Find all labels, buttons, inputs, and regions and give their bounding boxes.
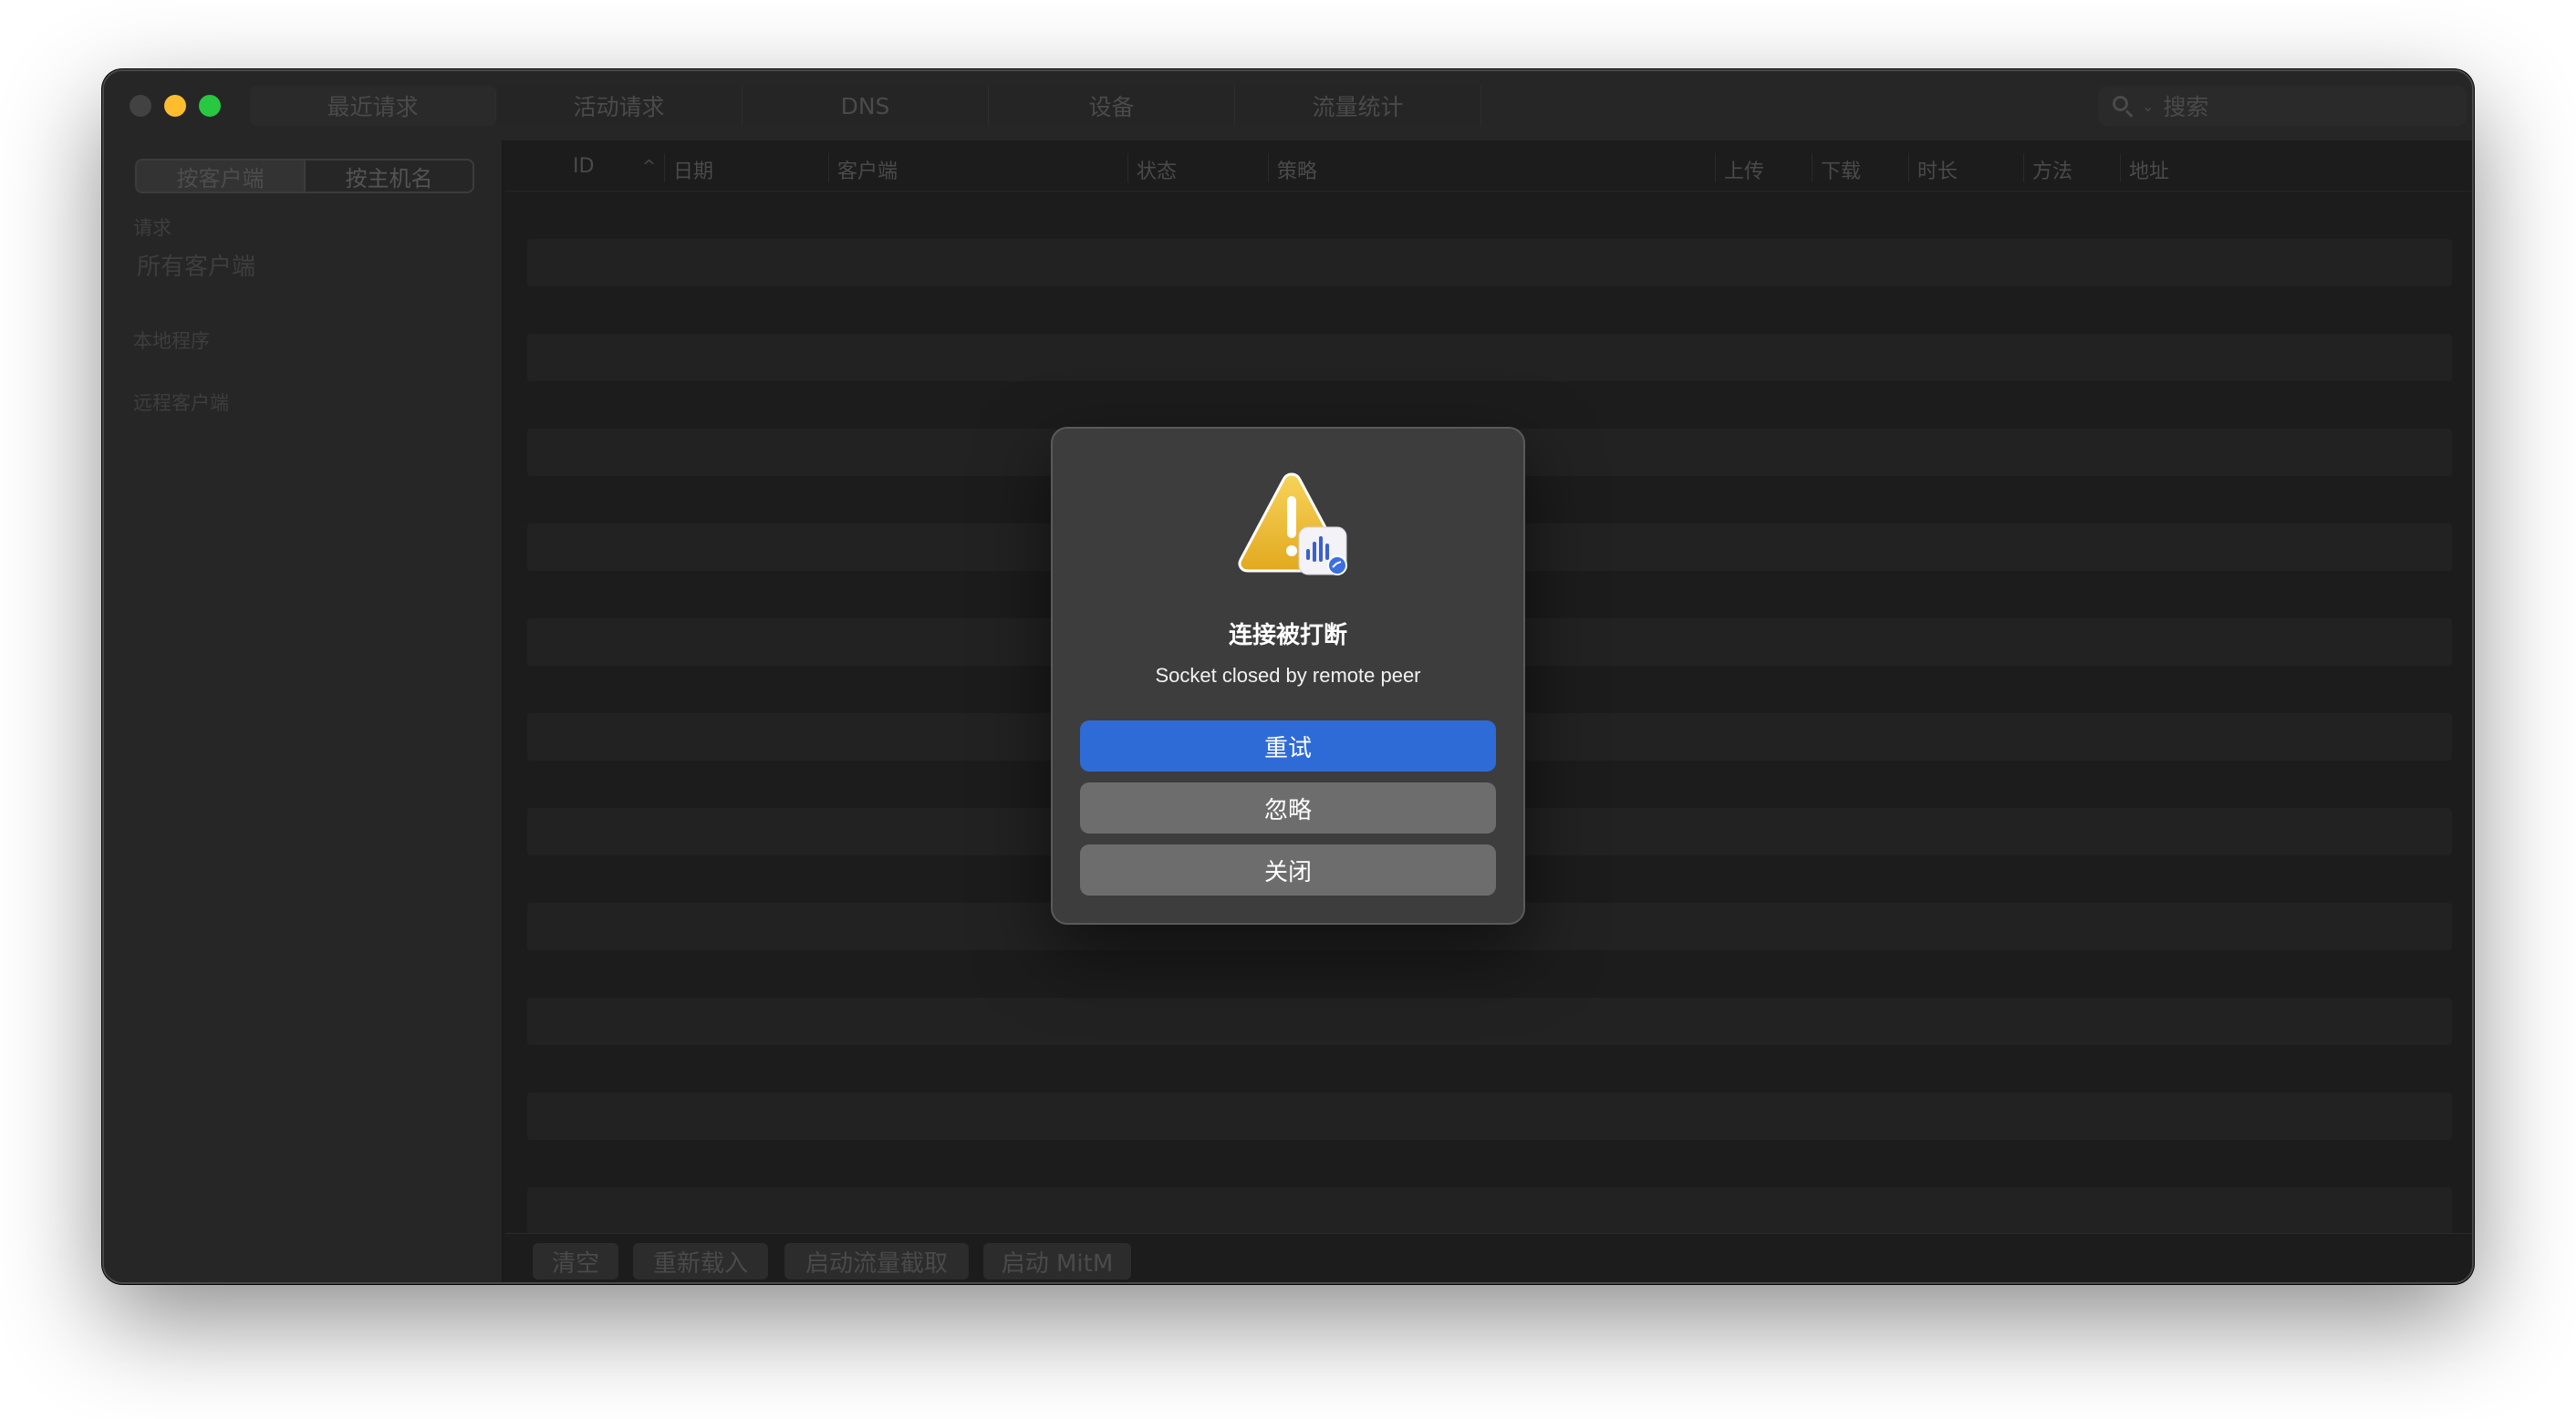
start-capture-button[interactable]: 启动流量截取 (784, 1243, 969, 1279)
bottom-toolbar: 清空 重新载入 启动流量截取 启动 MitM (505, 1233, 2472, 1282)
warning-icon (1238, 472, 1347, 575)
sidebar-section-requests: 请求 (133, 217, 171, 239)
table-row (527, 1187, 2452, 1235)
tab-dns[interactable]: DNS (743, 86, 989, 126)
tab-devices[interactable]: 设备 (989, 86, 1235, 126)
chevron-down-icon: ⌄ (2142, 97, 2155, 115)
column-policy[interactable]: 策略 (1277, 155, 1317, 184)
column-id[interactable]: ID (573, 155, 594, 178)
sidebar: 按客户端 按主机名 请求 所有客户端 本地程序 远程客户端 (104, 140, 504, 1282)
column-date[interactable]: 日期 (673, 155, 713, 184)
table-row (527, 334, 2452, 381)
dialog-message: Socket closed by remote peer (1155, 664, 1421, 687)
tab-active-requests[interactable]: 活动请求 (496, 86, 743, 126)
column-upload[interactable]: 上传 (1724, 155, 1764, 184)
clear-button[interactable]: 清空 (533, 1243, 618, 1279)
search-placeholder: 搜索 (2163, 94, 2209, 120)
ignore-button[interactable]: 忽略 (1080, 782, 1496, 834)
sidebar-section-local-apps[interactable]: 本地程序 (133, 326, 210, 354)
window-minimize-button[interactable] (164, 95, 186, 117)
column-duration[interactable]: 时长 (1917, 155, 1958, 184)
sidebar-item-all-clients[interactable]: 所有客户端 (137, 248, 255, 282)
search-icon (2111, 94, 2135, 118)
title-bar: 最近请求 活动请求 DNS 设备 流量统计 ⌄ 搜索 (104, 71, 2472, 140)
column-address[interactable]: 地址 (2129, 155, 2169, 184)
column-status[interactable]: 状态 (1137, 155, 1177, 184)
window-close-button[interactable] (130, 95, 151, 117)
retry-button[interactable]: 重试 (1080, 720, 1496, 772)
table-header: ID ^ 日期 客户端 状态 策略 上传 下载 时长 方法 地址 (505, 140, 2472, 192)
column-download[interactable]: 下载 (1821, 155, 1861, 184)
tab-recent-requests[interactable]: 最近请求 (250, 86, 496, 126)
segment-by-hostname[interactable]: 按主机名 (306, 161, 473, 192)
start-mitm-button[interactable]: 启动 MitM (983, 1243, 1131, 1279)
segment-by-client[interactable]: 按客户端 (137, 161, 306, 192)
table-row (527, 239, 2452, 286)
sidebar-section-remote-clients[interactable]: 远程客户端 (133, 388, 229, 416)
group-by-segmented-control: 按客户端 按主机名 (135, 159, 474, 193)
column-client[interactable]: 客户端 (837, 155, 898, 184)
tab-traffic-stats[interactable]: 流量统计 (1235, 86, 1481, 126)
reload-button[interactable]: 重新载入 (633, 1243, 768, 1279)
main-tabs: 最近请求 活动请求 DNS 设备 流量统计 (250, 86, 1481, 126)
search-field[interactable]: ⌄ 搜索 (2098, 86, 2467, 126)
window-maximize-button[interactable] (199, 95, 221, 117)
table-row (527, 998, 2452, 1045)
column-method[interactable]: 方法 (2032, 155, 2072, 184)
close-button[interactable]: 关闭 (1080, 844, 1496, 896)
dialog-title: 连接被打断 (1228, 622, 1347, 649)
alert-dialog: 连接被打断 Socket closed by remote peer 重试 忽略… (1051, 427, 1525, 925)
sort-ascending-icon: ^ (642, 157, 657, 176)
table-row (527, 1093, 2452, 1140)
